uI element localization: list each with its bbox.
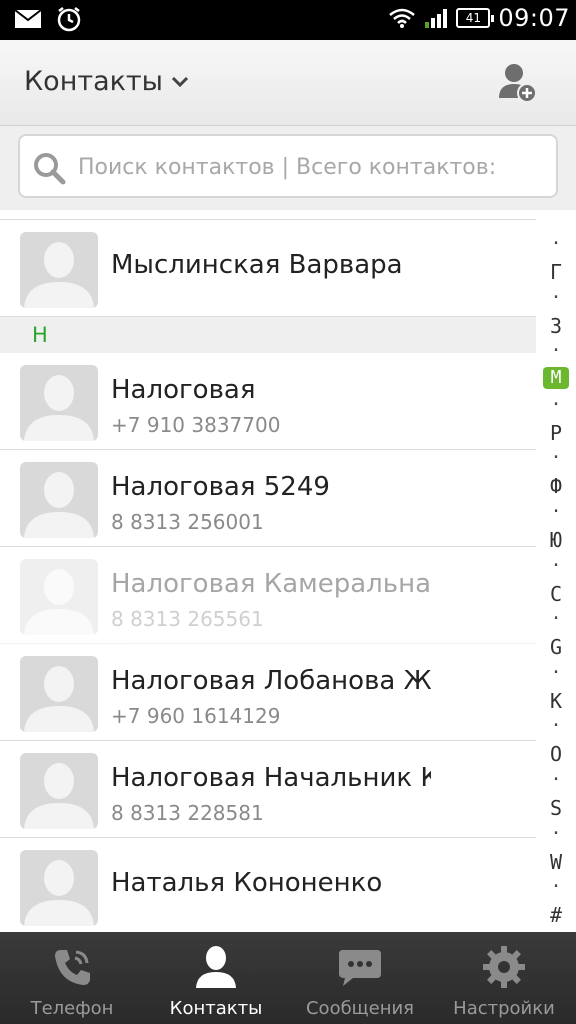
alphabet-separator: · (550, 822, 562, 844)
wifi-icon (389, 8, 416, 28)
nav-messages[interactable]: Сообщения (288, 932, 432, 1024)
add-contact-icon[interactable] (498, 62, 538, 104)
page-title: Контакты (24, 66, 163, 97)
contact-phone: +7 910 3837700 (111, 413, 281, 437)
alphabet-letter[interactable]: Ф (536, 474, 576, 498)
alphabet-letter[interactable]: W (536, 850, 576, 874)
contact-name: Налоговая (111, 375, 256, 405)
alphabet-letter[interactable]: # (536, 903, 576, 927)
avatar-placeholder-icon (20, 753, 98, 829)
gear-icon (483, 946, 525, 988)
alphabet-separator: · (550, 447, 562, 469)
avatar-placeholder-icon (20, 656, 98, 732)
contact-row[interactable]: Налоговая Камеральна 8 8313 265561 (0, 547, 536, 644)
alphabet-letter[interactable]: З (536, 314, 576, 338)
alphabet-separator: · (550, 286, 562, 308)
alarm-icon (57, 7, 81, 32)
contact-row[interactable]: Мыслинская Варвара (0, 220, 536, 317)
alphabet-letter[interactable]: O (536, 742, 576, 766)
status-time: 09:07 (498, 4, 570, 32)
alphabet-separator: · (550, 608, 562, 630)
message-icon (339, 950, 381, 986)
nav-contacts[interactable]: Контакты (144, 932, 288, 1024)
contact-phone: +7 960 1614129 (111, 704, 281, 728)
nav-phone[interactable]: Телефон (0, 932, 144, 1024)
contact-phone: 8 8313 228581 (111, 801, 264, 825)
contact-name: Наталья Кононенко (111, 868, 383, 898)
search-box[interactable] (18, 134, 558, 198)
contact-list[interactable]: Мыслинская Варвара Н Налоговая +7 910 38… (0, 210, 536, 934)
contact-name: Налоговая Камеральна (111, 569, 431, 599)
chevron-down-icon (171, 76, 189, 87)
contact-name: Налоговая Лобанова Ж (111, 666, 431, 696)
app-header: Контакты (0, 40, 576, 126)
avatar-placeholder-icon (20, 559, 98, 635)
alphabet-separator: · (550, 393, 562, 415)
contact-name: Налоговая 5249 (111, 472, 330, 502)
contact-phone: 8 8313 265561 (111, 607, 264, 631)
contact-phone: 8 8313 256001 (111, 510, 264, 534)
nav-settings[interactable]: Настройки (432, 932, 576, 1024)
status-bar: 41 09:07 (0, 0, 576, 40)
contacts-dropdown[interactable]: Контакты (24, 66, 189, 97)
contact-name: Мыслинская Варвара (111, 250, 403, 280)
alphabet-letter[interactable]: С (536, 582, 576, 606)
bottom-nav: Телефон Контакты Сообщения Настройки (0, 932, 576, 1024)
contact-icon (196, 946, 236, 988)
nav-label: Телефон (30, 998, 114, 1019)
alphabet-separator: · (550, 554, 562, 576)
phone-icon (55, 950, 90, 985)
battery-indicator: 41 (456, 8, 495, 28)
alphabet-letter[interactable]: S (536, 796, 576, 820)
avatar-placeholder-icon (20, 850, 98, 926)
search-icon (34, 153, 66, 185)
alphabet-letter[interactable]: М (543, 367, 569, 390)
list-item-partial (0, 210, 536, 220)
avatar-placeholder-icon (20, 462, 98, 538)
contact-name: Налоговая Начальник К (111, 763, 431, 793)
contact-row[interactable]: Налоговая Начальник К 8 8313 228581 (0, 741, 536, 838)
alphabet-separator: · (550, 876, 562, 898)
alphabet-letter[interactable]: Ю (536, 528, 576, 552)
alphabet-separator: · (550, 501, 562, 522)
contact-row[interactable]: Налоговая +7 910 3837700 (0, 353, 536, 450)
mail-icon (14, 9, 42, 28)
search-area (0, 126, 576, 210)
alphabet-separator: · (550, 769, 562, 790)
nav-label: Сообщения (305, 998, 415, 1019)
alphabet-separator: · (550, 340, 562, 362)
alphabet-letter[interactable]: K (536, 689, 576, 713)
contact-row[interactable]: Налоговая 5249 8 8313 256001 (0, 450, 536, 547)
alphabet-letter[interactable]: Г (536, 260, 576, 284)
contact-row[interactable]: Наталья Кононенко (0, 838, 536, 934)
section-header: Н (0, 317, 536, 353)
alphabet-letter[interactable]: Р (536, 421, 576, 445)
signal-icon (425, 9, 448, 28)
alphabet-letter[interactable]: G (536, 635, 576, 659)
nav-label: Контакты (169, 998, 263, 1019)
nav-label: Настройки (453, 998, 555, 1019)
alphabet-separator: · (550, 661, 562, 683)
alphabet-separator: · (550, 715, 562, 737)
alphabet-index[interactable]: Г · З · М · Р · Ф · Ю · С · G · K · O · S · W · # · (536, 233, 576, 932)
avatar-placeholder-icon (20, 365, 98, 441)
avatar-placeholder-icon (20, 232, 98, 308)
contact-row[interactable]: Налоговая Лобанова Ж +7 960 1614129 (0, 644, 536, 741)
alphabet-separator: · (550, 233, 562, 254)
search-input[interactable] (78, 148, 548, 186)
